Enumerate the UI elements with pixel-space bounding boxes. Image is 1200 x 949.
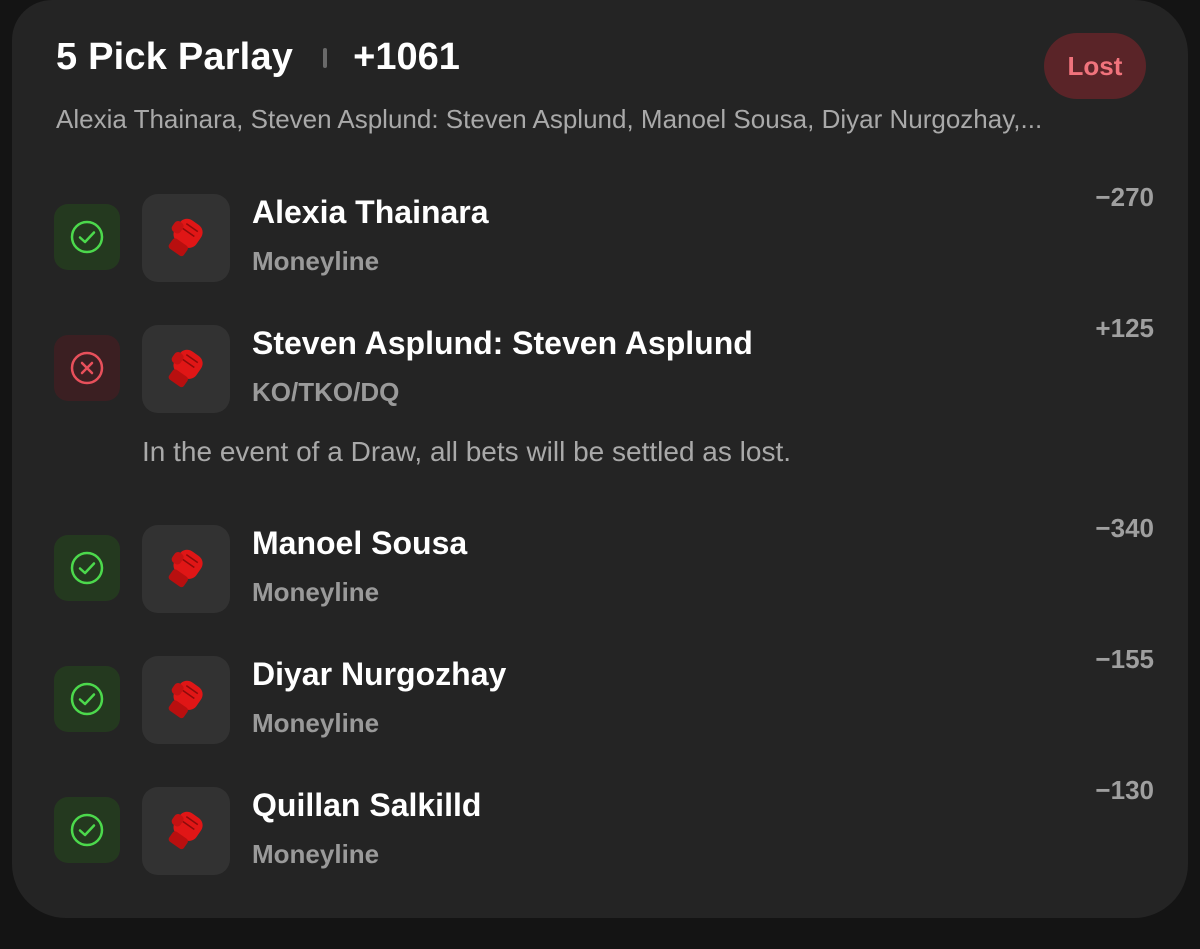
parlay-card[interactable]: 5 Pick Parlay +1061 Lost Alexia Thainara… [12,0,1188,918]
leg-status [54,797,120,863]
leg-status [54,335,120,401]
leg-name: Quillan Salkilld [252,787,482,823]
leg-market: Moneyline [252,246,380,276]
leg-row[interactable]: Manoel Sousa Moneyline −340 [54,513,1154,615]
check-circle-icon [70,813,104,847]
leg-row[interactable]: Steven Asplund: Steven Asplund KO/TKO/DQ… [54,313,1154,415]
leg-status [54,535,120,601]
sport-tile [142,325,230,413]
boxing-glove-icon [168,549,203,588]
parlay-summary: Alexia Thainara, Steven Asplund: Steven … [56,104,1043,134]
status-badge: Lost [1044,33,1146,99]
boxing-glove-icon [168,680,203,719]
check-circle-icon [70,220,104,254]
sport-tile [142,787,230,875]
boxing-glove-icon [168,811,203,850]
boxing-glove-icon [168,349,203,388]
leg-status [54,666,120,732]
header-divider [323,47,328,68]
leg-odds: +125 [1095,313,1154,343]
leg-name: Manoel Sousa [252,525,468,561]
leg-market: Moneyline [252,577,380,607]
leg-odds: −340 [1095,513,1154,543]
sport-tile [142,525,230,613]
check-circle-icon [70,682,104,716]
sport-tile [142,656,230,744]
leg-odds: −130 [1095,775,1154,805]
boxing-glove-icon [168,218,203,257]
leg-market: KO/TKO/DQ [252,377,400,407]
parlay-title: 5 Pick Parlay [56,36,294,78]
leg-row[interactable]: Alexia Thainara Moneyline −270 [54,182,1154,284]
leg-name: Alexia Thainara [252,194,489,230]
parlay-odds: +1061 [353,36,460,78]
draw-note: In the event of a Draw, all bets will be… [142,436,792,467]
sport-tile [142,194,230,282]
leg-market: Moneyline [252,708,380,738]
leg-odds: −155 [1095,644,1154,674]
parlay-header: 5 Pick Parlay +1061 [56,36,460,79]
leg-status [54,204,120,270]
leg-odds: −270 [1095,182,1154,212]
leg-name: Steven Asplund: Steven Asplund [252,325,753,361]
leg-market: Moneyline [252,839,380,869]
leg-row[interactable]: Diyar Nurgozhay Moneyline −155 [54,644,1154,746]
leg-row[interactable]: Quillan Salkilld Moneyline −130 [54,775,1154,877]
x-circle-icon [70,351,104,385]
check-circle-icon [70,551,104,585]
leg-name: Diyar Nurgozhay [252,656,507,692]
